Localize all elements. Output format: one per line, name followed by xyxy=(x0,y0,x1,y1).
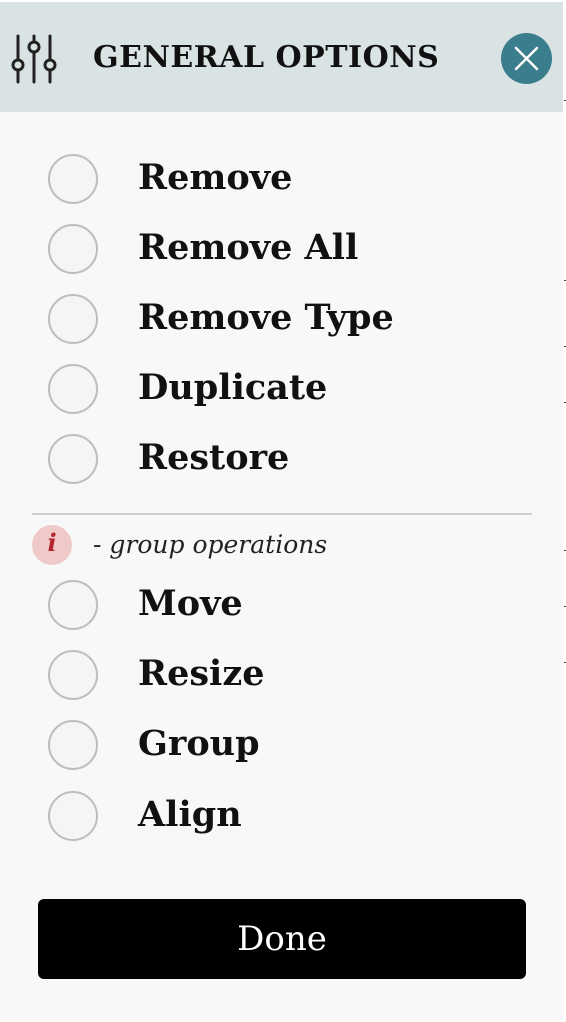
option-label: Align xyxy=(138,794,242,835)
option-group[interactable]: Group xyxy=(48,720,468,776)
option-align[interactable]: Align xyxy=(48,791,468,847)
info-icon: i xyxy=(32,525,72,565)
close-icon xyxy=(514,46,539,71)
section-divider xyxy=(32,513,532,515)
radio-button[interactable] xyxy=(48,791,98,841)
dialog-title: GENERAL OPTIONS xyxy=(93,40,440,75)
option-label: Resize xyxy=(138,653,265,694)
sliders-icon xyxy=(10,34,58,84)
option-resize[interactable]: Resize xyxy=(48,650,468,706)
radio-button[interactable] xyxy=(48,720,98,770)
done-button[interactable]: Done xyxy=(38,899,526,979)
option-remove-type[interactable]: Remove Type xyxy=(48,294,468,350)
option-label: Remove All xyxy=(138,227,359,268)
option-label: Move xyxy=(138,583,243,624)
general-options-dialog: GENERAL OPTIONS Remove Remove All Remove… xyxy=(0,2,563,1022)
option-label: Remove xyxy=(138,157,293,198)
option-remove-all[interactable]: Remove All xyxy=(48,224,468,280)
radio-button[interactable] xyxy=(48,224,98,274)
done-button-label: Done xyxy=(237,919,327,959)
option-label: Group xyxy=(138,723,260,764)
option-duplicate[interactable]: Duplicate xyxy=(48,364,468,420)
radio-button[interactable] xyxy=(48,580,98,630)
dialog-header: GENERAL OPTIONS xyxy=(0,2,563,112)
close-button[interactable] xyxy=(501,33,552,84)
radio-button[interactable] xyxy=(48,154,98,204)
radio-button[interactable] xyxy=(48,294,98,344)
option-label: Duplicate xyxy=(138,367,328,408)
radio-button[interactable] xyxy=(48,364,98,414)
radio-button[interactable] xyxy=(48,434,98,484)
option-label: Restore xyxy=(138,437,290,478)
radio-button[interactable] xyxy=(48,650,98,700)
option-label: Remove Type xyxy=(138,297,394,338)
option-move[interactable]: Move xyxy=(48,580,468,636)
group-operations-note: - group operations xyxy=(93,530,328,559)
option-restore[interactable]: Restore xyxy=(48,434,468,490)
option-remove[interactable]: Remove xyxy=(48,154,468,210)
